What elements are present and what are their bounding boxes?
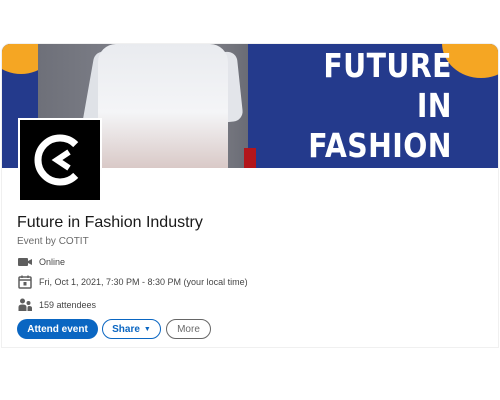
- photo-detail: [244, 148, 256, 168]
- attend-event-label: Attend event: [27, 323, 88, 335]
- banner-headline: FUTURE IN FASHION INDUSTRY: [287, 46, 452, 168]
- event-title: Future in Fashion Industry: [17, 214, 203, 231]
- cotit-logo-icon: [34, 134, 86, 186]
- event-datetime: Fri, Oct 1, 2021, 7:30 PM - 8:30 PM (you…: [39, 277, 248, 287]
- event-location-row: Online: [17, 254, 65, 270]
- event-attendees-row: 159 attendees: [17, 297, 96, 313]
- event-attendees-count[interactable]: 159 attendees: [39, 300, 96, 310]
- attend-event-button[interactable]: Attend event: [17, 319, 98, 339]
- share-button[interactable]: Share ▼: [102, 319, 161, 339]
- people-icon: [17, 297, 33, 313]
- photo-shirt: [98, 44, 228, 168]
- event-card: FUTURE IN FASHION INDUSTRY Future in Fas…: [2, 44, 498, 347]
- event-datetime-row: Fri, Oct 1, 2021, 7:30 PM - 8:30 PM (you…: [17, 274, 248, 290]
- more-button[interactable]: More: [166, 319, 211, 339]
- caret-down-icon: ▼: [143, 325, 151, 333]
- more-label: More: [177, 323, 200, 335]
- organizer-logo[interactable]: [18, 118, 102, 202]
- calendar-icon: [17, 274, 33, 290]
- event-organizer: Event by COTIT: [17, 236, 89, 247]
- event-location: Online: [39, 257, 66, 267]
- video-camera-icon: [17, 254, 33, 270]
- share-label: Share: [112, 323, 140, 335]
